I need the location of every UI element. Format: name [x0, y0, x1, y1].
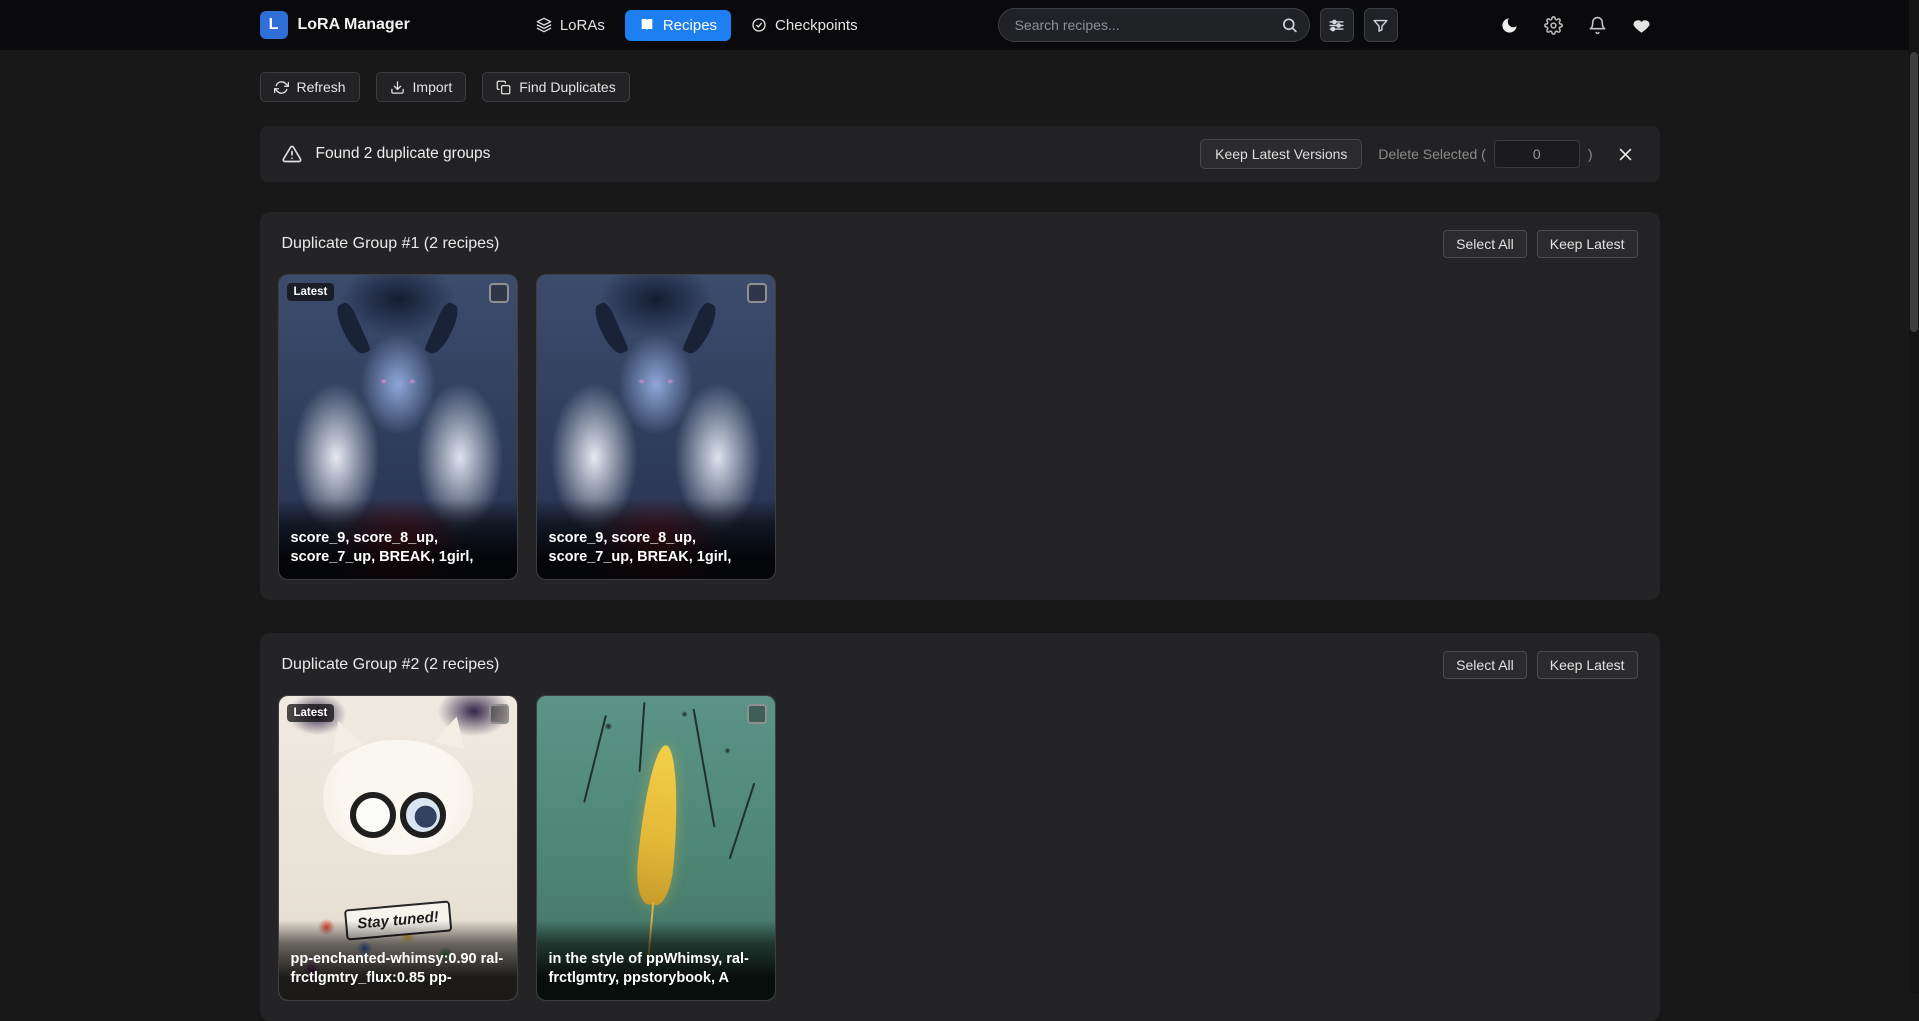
- recipe-select-checkbox[interactable]: [489, 283, 509, 303]
- recipe-select-checkbox[interactable]: [747, 704, 767, 724]
- feather-shape: [634, 743, 684, 906]
- checkpoint-icon: [751, 17, 767, 33]
- cat-glasses: [350, 792, 446, 838]
- sliders-icon: [1328, 17, 1345, 34]
- delete-selected-suffix: ): [1588, 146, 1593, 162]
- twig-shape: [693, 709, 716, 828]
- recipe-caption: score_9, score_8_up, score_7_up, BREAK, …: [279, 499, 517, 579]
- refresh-label: Refresh: [297, 79, 346, 95]
- recipe-card[interactable]: score_9, score_8_up, score_7_up, BREAK, …: [536, 274, 776, 580]
- close-icon: [1617, 146, 1634, 163]
- navbar-inner: L LoRA Manager LoRAs Recipes Checkpoints: [260, 0, 1660, 50]
- bell-icon: [1588, 16, 1607, 35]
- group-2-keep-latest-button[interactable]: Keep Latest: [1537, 651, 1638, 679]
- find-duplicates-label: Find Duplicates: [519, 79, 616, 95]
- navbar: L LoRA Manager LoRAs Recipes Checkpoints: [0, 0, 1919, 50]
- twig-shape: [729, 783, 756, 860]
- import-icon: [390, 80, 405, 95]
- import-button[interactable]: Import: [376, 72, 467, 102]
- notifications-button[interactable]: [1580, 7, 1616, 43]
- main-nav: LoRAs Recipes Checkpoints: [522, 10, 872, 41]
- theme-toggle-button[interactable]: [1492, 7, 1528, 43]
- brand[interactable]: L LoRA Manager: [260, 11, 410, 39]
- warning-icon: [282, 144, 302, 164]
- group-1-cards: Latest score_9, score_8_up, score_7_up, …: [278, 274, 1642, 580]
- group-1-title: Duplicate Group #1 (2 recipes): [282, 235, 500, 253]
- group-1-header: Duplicate Group #1 (2 recipes) Select Al…: [278, 228, 1642, 260]
- group-2-title: Duplicate Group #2 (2 recipes): [282, 656, 500, 674]
- gear-icon: [1544, 16, 1563, 35]
- group-1-select-all-button[interactable]: Select All: [1443, 230, 1527, 258]
- latest-badge: Latest: [287, 704, 335, 722]
- recipe-select-checkbox[interactable]: [489, 704, 509, 724]
- banner-message: Found 2 duplicate groups: [316, 145, 491, 163]
- recipe-caption: score_9, score_8_up, score_7_up, BREAK, …: [537, 499, 775, 579]
- duplicates-banner: Found 2 duplicate groups Keep Latest Ver…: [260, 126, 1660, 182]
- app-logo-icon: L: [260, 11, 288, 39]
- moon-icon: [1500, 16, 1519, 35]
- group-2-cards: Stay tuned! Latest pp-enchanted-whimsy:0…: [278, 695, 1642, 1001]
- recipe-card[interactable]: Latest score_9, score_8_up, score_7_up, …: [278, 274, 518, 580]
- banner-close-button[interactable]: [1613, 142, 1638, 167]
- tab-loras-label: LoRAs: [560, 17, 605, 34]
- main-content: Refresh Import Find Duplicates Found 2 d…: [260, 72, 1660, 1021]
- latest-badge: Latest: [287, 283, 335, 301]
- group-1-keep-latest-button[interactable]: Keep Latest: [1537, 230, 1638, 258]
- recipe-card[interactable]: in the style of ppWhimsy, ral-frctlgmtry…: [536, 695, 776, 1001]
- duplicate-group-2: Duplicate Group #2 (2 recipes) Select Al…: [260, 633, 1660, 1021]
- recipe-caption: in the style of ppWhimsy, ral-frctlgmtry…: [537, 920, 775, 1000]
- delete-count-input[interactable]: [1494, 140, 1580, 168]
- search-icon: [1281, 17, 1298, 34]
- filter-button[interactable]: [1364, 8, 1398, 42]
- tab-recipes-label: Recipes: [663, 17, 717, 34]
- twig-shape: [583, 715, 607, 803]
- group-2-header: Duplicate Group #2 (2 recipes) Select Al…: [278, 649, 1642, 681]
- search-button[interactable]: [1279, 15, 1300, 36]
- layers-icon: [536, 17, 552, 33]
- group-2-actions: Select All Keep Latest: [1443, 651, 1637, 679]
- recipe-caption: pp-enchanted-whimsy:0.90 ral-frctlgmtry_…: [279, 920, 517, 1000]
- funnel-icon: [1372, 17, 1389, 34]
- twig-shape: [639, 702, 646, 772]
- delete-selected-control: Delete Selected ( ): [1378, 140, 1592, 168]
- tab-checkpoints-label: Checkpoints: [775, 17, 858, 34]
- tab-recipes[interactable]: Recipes: [625, 10, 731, 41]
- refresh-icon: [274, 80, 289, 95]
- book-icon: [639, 17, 655, 33]
- app-title: LoRA Manager: [298, 16, 410, 34]
- keep-latest-versions-button[interactable]: Keep Latest Versions: [1200, 139, 1362, 169]
- refresh-button[interactable]: Refresh: [260, 72, 360, 102]
- toolbar: Refresh Import Find Duplicates: [260, 72, 1660, 102]
- tab-checkpoints[interactable]: Checkpoints: [737, 10, 872, 41]
- find-duplicates-button[interactable]: Find Duplicates: [482, 72, 630, 102]
- scrollbar-thumb[interactable]: [1910, 52, 1918, 332]
- banner-actions: Keep Latest Versions Delete Selected ( ): [1200, 139, 1637, 169]
- delete-selected-prefix: Delete Selected (: [1378, 146, 1485, 162]
- navbar-actions: [1492, 7, 1660, 43]
- group-2-select-all-button[interactable]: Select All: [1443, 651, 1527, 679]
- support-button[interactable]: [1624, 7, 1660, 43]
- group-1-actions: Select All Keep Latest: [1443, 230, 1637, 258]
- duplicate-group-1: Duplicate Group #1 (2 recipes) Select Al…: [260, 212, 1660, 600]
- recipe-select-checkbox[interactable]: [747, 283, 767, 303]
- tab-loras[interactable]: LoRAs: [522, 10, 619, 41]
- settings-button[interactable]: [1536, 7, 1572, 43]
- recipe-card[interactable]: Stay tuned! Latest pp-enchanted-whimsy:0…: [278, 695, 518, 1001]
- search-input[interactable]: [998, 8, 1310, 42]
- copy-icon: [496, 80, 511, 95]
- sort-options-button[interactable]: [1320, 8, 1354, 42]
- search: [998, 8, 1310, 42]
- import-label: Import: [413, 79, 453, 95]
- cat-ear: [433, 713, 471, 750]
- scrollbar[interactable]: [1909, 0, 1919, 993]
- heart-icon: [1632, 16, 1651, 35]
